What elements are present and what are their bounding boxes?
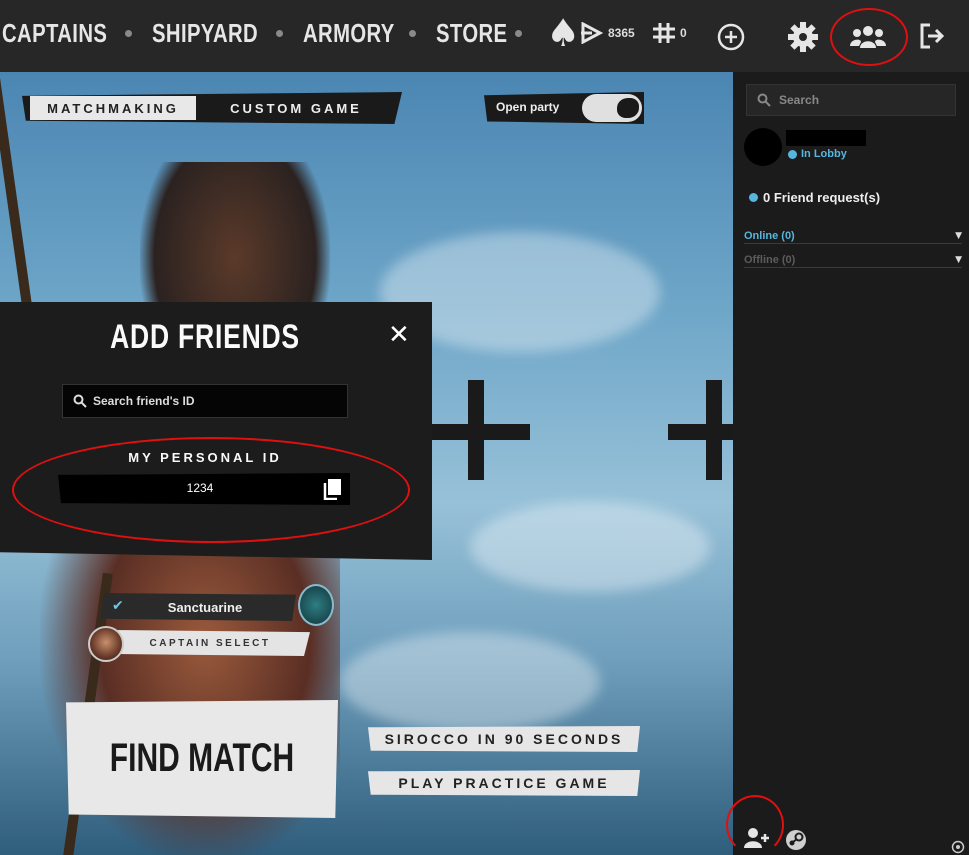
search-icon [757,93,771,107]
secondary-currency: 0 [652,22,687,44]
offline-group-header[interactable]: Offline (0) ▼ [744,252,962,268]
friend-id-search-input[interactable]: Search friend's ID [62,384,348,418]
practice-game-button[interactable]: PLAY PRACTICE GAME [368,770,640,796]
toggle-knob [617,98,639,118]
user-status-text: In Lobby [801,148,847,160]
nav-separator [408,29,416,37]
online-group-header[interactable]: Online (0) ▼ [744,228,962,244]
find-match-label[interactable]: FIND MATCH [100,736,304,781]
steam-icon [786,830,806,850]
nav-store[interactable]: STORE [436,18,507,49]
search-icon [73,394,87,408]
friends-search-placeholder: Search [779,93,820,107]
highlight-circle [830,8,908,66]
user-status: In Lobby [788,148,847,160]
close-icon[interactable]: ✕ [388,320,410,350]
hash-currency-icon [653,23,675,43]
online-group-label: Online (0) [744,229,795,242]
gear-icon [788,22,818,52]
plus-circle-icon [717,23,745,51]
nav-captains[interactable]: CAPTAINS [2,18,107,49]
target-icon[interactable] [950,840,966,854]
check-icon: ✔ [112,598,124,614]
secondary-currency-value: 0 [680,26,687,40]
redacted-username [786,130,866,146]
nav-separator [124,29,132,37]
primary-currency-value: 8365 [608,26,635,40]
offline-group-label: Offline (0) [744,253,796,266]
nav-separator [515,29,523,37]
captain-class-badge [298,584,334,626]
captain-select-button[interactable]: CAPTAIN SELECT [110,630,310,656]
nav-separator [275,29,283,37]
tab-matchmaking[interactable]: MATCHMAKING [30,96,196,120]
tab-custom-game[interactable]: CUSTOM GAME [206,96,386,120]
friends-search-input[interactable]: Search [746,84,956,116]
avatar [744,128,782,166]
chevron-down-icon: ▼ [955,230,962,241]
add-currency-button[interactable] [716,22,746,52]
main-nav: CAPTAINS SHIPYARD ARMORY STORE ♠ [2,14,580,52]
highlight-circle [12,437,410,543]
friend-requests-text: 0 Friend request(s) [763,190,881,205]
currency-arrow-icon [581,22,604,44]
settings-button[interactable] [786,20,820,54]
logout-icon [920,23,945,49]
status-dot-icon [749,193,758,202]
nav-armory[interactable]: ARMORY [303,18,395,49]
nav-shipyard[interactable]: SHIPYARD [152,18,258,49]
primary-currency: 8365 [580,22,635,44]
open-party-label: Open party [496,100,560,114]
friend-requests[interactable]: 0 Friend request(s) [749,190,880,205]
status-dot-icon [788,149,797,159]
modal-title: ADD FRIENDS [110,318,300,356]
logout-button[interactable] [918,22,946,50]
captain-name: Sanctuarine [167,600,243,615]
highlight-circle [726,795,784,855]
spade-icon[interactable]: ♠ [546,14,580,52]
friend-id-search-placeholder: Search friend's ID [93,394,195,408]
captain-avatar[interactable] [88,626,124,662]
chevron-down-icon: ▼ [955,254,962,265]
sirocco-tutorial-button[interactable]: SIROCCO IN 90 SECONDS [368,726,640,752]
steam-button[interactable] [784,828,808,852]
